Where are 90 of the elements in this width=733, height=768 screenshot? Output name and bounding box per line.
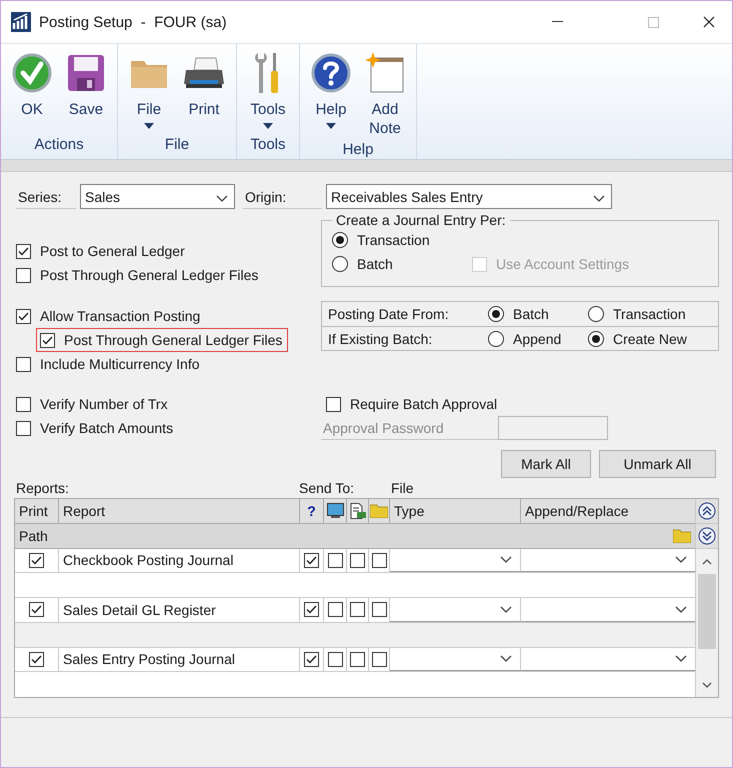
mark-button[interactable]: Mark All xyxy=(501,450,591,478)
column-header: Path xyxy=(19,528,48,544)
chevron-down-icon xyxy=(675,655,687,662)
check-icon xyxy=(31,605,42,614)
checkbox-option[interactable]: Require Batch Approval xyxy=(326,392,498,416)
send-to-label: Send To: xyxy=(299,480,356,496)
send-to-checkbox[interactable] xyxy=(347,548,369,572)
radio-dot-icon xyxy=(492,310,500,318)
series-label: Series: xyxy=(16,184,76,208)
ribbon-group-label: Tools xyxy=(249,135,287,155)
check-icon xyxy=(31,556,42,565)
send-to-checkbox[interactable] xyxy=(369,598,390,622)
option-label: Posting Date From: xyxy=(328,306,450,322)
origin-label: Origin: xyxy=(243,184,322,208)
radio-option[interactable]: Batch xyxy=(332,252,393,276)
chevron-down-icon xyxy=(500,655,512,662)
ribbon-button[interactable]: Add Note xyxy=(360,50,410,138)
column-header: ? xyxy=(300,499,324,523)
check-icon xyxy=(31,654,42,664)
ribbon-button[interactable]: Save xyxy=(61,50,111,133)
caret-icon xyxy=(263,123,273,129)
app-chart-icon xyxy=(11,12,31,32)
caret-icon xyxy=(326,123,336,129)
origin-dropdown[interactable]: Receivables Sales Entry xyxy=(326,184,612,209)
checkbox-option[interactable]: Post Through General Ledger Files xyxy=(16,263,258,287)
checkbox-option[interactable]: Post Through General Ledger Files xyxy=(36,328,288,352)
ribbon-button[interactable]: File xyxy=(124,50,174,133)
ribbon-group-label: Help xyxy=(342,140,374,160)
printer-icon xyxy=(182,56,226,90)
scroll-down-icon[interactable] xyxy=(702,682,712,688)
chevron-down-icon xyxy=(500,606,512,613)
checkbox-option[interactable]: Verify Batch Amounts xyxy=(16,416,174,440)
radio-option[interactable]: Append xyxy=(488,327,562,351)
note-star-icon xyxy=(365,52,405,94)
check-icon xyxy=(306,556,317,565)
checkbox-option[interactable]: Allow Transaction Posting xyxy=(16,304,200,328)
chevron-down-icon xyxy=(216,194,228,202)
check-circle-icon xyxy=(12,53,52,93)
option-label: If Existing Batch: xyxy=(328,331,434,347)
send-to-checkbox[interactable] xyxy=(347,648,369,672)
expand-icon[interactable] xyxy=(698,527,716,545)
check-icon xyxy=(18,312,29,320)
check-icon xyxy=(42,336,53,344)
ribbon-group-label: File xyxy=(164,135,190,155)
series-dropdown[interactable]: Sales xyxy=(80,184,235,209)
group-title: Create a Journal Entry Per: xyxy=(335,212,507,228)
ribbon-button[interactable]: Help xyxy=(306,50,356,138)
send-to-checkbox[interactable] xyxy=(369,548,390,572)
ribbon-button[interactable]: OK xyxy=(7,50,57,133)
folder-icon xyxy=(673,528,691,544)
check-icon xyxy=(18,246,29,256)
checkbox-option[interactable]: Post to General Ledger xyxy=(16,239,185,263)
checkbox-option[interactable]: Verify Number of Trx xyxy=(16,392,168,416)
check-icon xyxy=(306,605,317,614)
chevron-down-icon xyxy=(593,194,605,202)
help-icon xyxy=(311,53,351,93)
maximize-icon xyxy=(648,16,658,28)
column-header: Type xyxy=(390,499,521,523)
mark-button[interactable]: Unmark All xyxy=(599,450,716,478)
column-header: Append/Replace xyxy=(524,502,630,521)
radio-dot-icon xyxy=(592,335,600,343)
checkbox-option[interactable]: Include Multicurrency Info xyxy=(16,352,200,376)
monitor-icon xyxy=(326,503,344,518)
window-title: Posting Setup - FOUR (sa) xyxy=(39,14,228,30)
file-label: File xyxy=(391,480,415,496)
radio-option[interactable]: Transaction xyxy=(588,302,686,326)
ribbon-group-label: Actions xyxy=(33,135,85,155)
radio-option[interactable]: Batch xyxy=(488,302,549,326)
reports-label: Reports: xyxy=(16,480,70,496)
scroll-up-icon[interactable] xyxy=(702,558,712,564)
collapse-icon[interactable] xyxy=(698,502,716,520)
chevron-down-icon xyxy=(675,606,687,613)
close-icon xyxy=(703,16,715,28)
radio-option[interactable]: Transaction xyxy=(332,228,430,252)
ribbon-button[interactable]: Print xyxy=(178,50,230,133)
check-icon xyxy=(306,654,317,664)
minimize-icon xyxy=(552,21,562,23)
chevron-down-icon xyxy=(500,556,512,564)
caret-icon xyxy=(144,123,154,129)
send-to-checkbox[interactable] xyxy=(347,598,369,622)
ribbon-button[interactable]: Tools xyxy=(243,50,293,133)
column-header: Report xyxy=(59,499,300,523)
folder-icon xyxy=(370,503,388,518)
send-to-checkbox[interactable] xyxy=(369,648,390,672)
document-printer-icon xyxy=(350,502,366,519)
radio-option[interactable]: Create New xyxy=(588,327,687,351)
column-header: Print xyxy=(15,499,59,523)
scroll-thumb[interactable] xyxy=(698,574,716,649)
radio-dot-icon xyxy=(336,236,344,244)
chevron-down-icon xyxy=(675,556,687,564)
